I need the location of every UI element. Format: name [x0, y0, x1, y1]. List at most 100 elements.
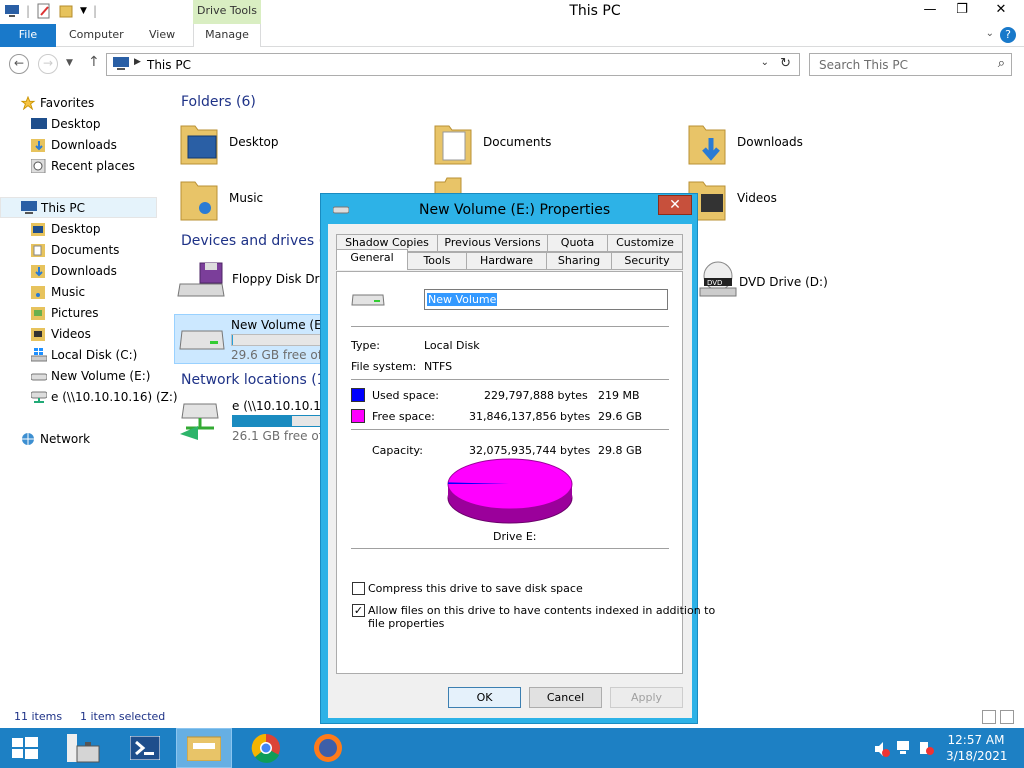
- computer-icon[interactable]: [4, 3, 20, 19]
- clock[interactable]: 12:57 AM 3/18/2021: [946, 732, 1008, 764]
- volume-label-input[interactable]: New Volume: [424, 289, 668, 310]
- address-dropdown-icon[interactable]: ⌄: [761, 57, 769, 68]
- tab-view[interactable]: View: [149, 24, 175, 47]
- taskbar-powershell[interactable]: [117, 728, 173, 768]
- start-button[interactable]: [0, 728, 50, 768]
- search-input[interactable]: Search This PC ⌕: [809, 53, 1012, 76]
- nav-favorites[interactable]: Favorites: [20, 93, 150, 114]
- desktop-icon: [31, 118, 47, 129]
- taskbar-server-manager[interactable]: [55, 728, 111, 768]
- index-label-line2[interactable]: file properties: [368, 617, 444, 630]
- group-header-devices[interactable]: Devices and drives (4: [181, 233, 333, 249]
- nav-this-pc[interactable]: This PC: [0, 197, 157, 218]
- index-checkbox[interactable]: ✓: [352, 604, 365, 617]
- cancel-button[interactable]: Cancel: [529, 687, 602, 708]
- tab-customize[interactable]: Customize: [607, 234, 683, 252]
- volume-muted-icon[interactable]: [874, 741, 890, 757]
- taskbar: 12:57 AM 3/18/2021: [0, 728, 1024, 768]
- ok-button[interactable]: OK: [448, 687, 521, 708]
- tab-security[interactable]: Security: [611, 252, 683, 270]
- folder-item-videos[interactable]: Videos: [687, 176, 837, 224]
- divider: [351, 548, 669, 549]
- refresh-icon[interactable]: ↻: [780, 56, 791, 71]
- compress-checkbox[interactable]: [352, 582, 365, 595]
- qat-dropdown-icon[interactable]: ▼: [80, 6, 87, 16]
- tab-tools[interactable]: Tools: [407, 252, 467, 270]
- restore-button[interactable]: ❐: [946, 0, 978, 22]
- network-status-icon[interactable]: [896, 740, 912, 756]
- drive-item-new-volume-e[interactable]: New Volume (E:) 29.6 GB free of 29: [174, 314, 341, 364]
- new-folder-icon[interactable]: [58, 3, 74, 19]
- drive-icon: [179, 330, 225, 350]
- up-arrow-icon[interactable]: ↑: [88, 54, 100, 70]
- details-view-icon[interactable]: [982, 710, 996, 724]
- properties-icon[interactable]: [36, 3, 52, 19]
- nav-fav-downloads[interactable]: Downloads: [31, 135, 151, 156]
- compress-label[interactable]: Compress this drive to save disk space: [368, 582, 583, 595]
- nav-pc-downloads[interactable]: Downloads: [31, 261, 151, 282]
- recent-locations-icon[interactable]: ▼: [66, 58, 73, 68]
- drive-item-floppy[interactable]: Floppy Disk Drive: [176, 258, 337, 302]
- nav-network[interactable]: Network: [20, 429, 140, 450]
- address-bar[interactable]: ▶ This PC ⌄ ↻: [106, 53, 800, 76]
- action-center-icon[interactable]: [918, 740, 934, 756]
- apply-button[interactable]: Apply: [610, 687, 683, 708]
- tab-computer[interactable]: Computer: [69, 24, 124, 47]
- network-icon: [22, 433, 34, 445]
- status-item-count: 11 items: [14, 710, 63, 723]
- minimize-button[interactable]: —: [914, 0, 946, 22]
- nav-fav-recent-places[interactable]: Recent places: [31, 156, 156, 177]
- taskbar-firefox[interactable]: [300, 728, 356, 768]
- tab-general[interactable]: General: [336, 249, 408, 270]
- tab-file[interactable]: File: [0, 24, 56, 47]
- free-bytes: 31,846,137,856 bytes: [469, 410, 591, 423]
- expand-ribbon-icon[interactable]: ⌄: [986, 28, 994, 39]
- nav-pc-network-drive-z[interactable]: e (\\10.10.10.16) (Z:): [31, 387, 178, 408]
- search-icon[interactable]: ⌕: [998, 56, 1005, 71]
- back-button[interactable]: ←: [9, 54, 29, 74]
- folder-item-documents[interactable]: Documents: [433, 120, 583, 168]
- taskbar-chrome[interactable]: [238, 728, 294, 768]
- nav-pc-new-volume-e[interactable]: New Volume (E:): [31, 366, 156, 387]
- nav-pc-videos[interactable]: Videos: [31, 324, 151, 345]
- breadcrumb-arrow-icon[interactable]: ▶: [134, 57, 141, 67]
- computer-icon: [21, 201, 37, 214]
- tab-previous-versions[interactable]: Previous Versions: [437, 234, 548, 252]
- desktop-folder-icon: [180, 125, 218, 165]
- drive-icon: [351, 294, 385, 306]
- tab-quota[interactable]: Quota: [547, 234, 608, 252]
- folder-item-desktop[interactable]: Desktop: [179, 120, 329, 168]
- system-tray: 12:57 AM 3/18/2021: [854, 728, 1024, 768]
- help-icon[interactable]: ?: [1000, 27, 1016, 43]
- group-header-network-locations[interactable]: Network locations (1): [181, 372, 331, 388]
- type-value: Local Disk: [424, 339, 480, 352]
- close-button[interactable]: ✕: [978, 0, 1024, 22]
- drive-tools-context-label: Drive Tools: [193, 0, 261, 24]
- large-icons-view-icon[interactable]: [1000, 710, 1014, 724]
- folder-item-downloads[interactable]: Downloads: [687, 120, 837, 168]
- dialog-title-bar[interactable]: New Volume (E:) Properties ✕: [321, 194, 697, 224]
- nav-pc-music[interactable]: Music: [31, 282, 151, 303]
- drive-item-network-z[interactable]: e (\\10.10.10.16) ( 26.1 GB free of 39: [176, 396, 342, 446]
- downloads-folder-icon: [688, 125, 726, 165]
- nav-pc-desktop[interactable]: Desktop: [31, 219, 151, 240]
- tab-manage[interactable]: Manage: [193, 24, 261, 47]
- title-bar: | ▼ | Drive Tools This PC — ❐ ✕: [0, 0, 1024, 24]
- forward-button[interactable]: →: [38, 54, 58, 74]
- nav-pc-local-disk-c[interactable]: Local Disk (C:): [31, 345, 156, 366]
- tab-hardware[interactable]: Hardware: [466, 252, 547, 270]
- nav-pc-documents[interactable]: Documents: [31, 240, 151, 261]
- index-label-line1[interactable]: Allow files on this drive to have conten…: [368, 604, 715, 617]
- breadcrumb-this-pc[interactable]: This PC: [147, 58, 191, 72]
- nav-fav-desktop[interactable]: Desktop: [31, 114, 151, 135]
- taskbar-file-explorer[interactable]: [176, 728, 232, 768]
- dialog-close-button[interactable]: ✕: [658, 195, 692, 215]
- drive-item-dvd[interactable]: DVD DVD Drive (D:): [698, 258, 848, 302]
- divider: [351, 326, 669, 327]
- tab-sharing[interactable]: Sharing: [546, 252, 612, 270]
- folder-item-music[interactable]: Music: [179, 176, 329, 224]
- nav-pc-pictures[interactable]: Pictures: [31, 303, 151, 324]
- svg-text:DVD: DVD: [707, 279, 722, 287]
- pictures-icon: [31, 307, 45, 320]
- group-header-folders[interactable]: Folders (6): [181, 94, 256, 110]
